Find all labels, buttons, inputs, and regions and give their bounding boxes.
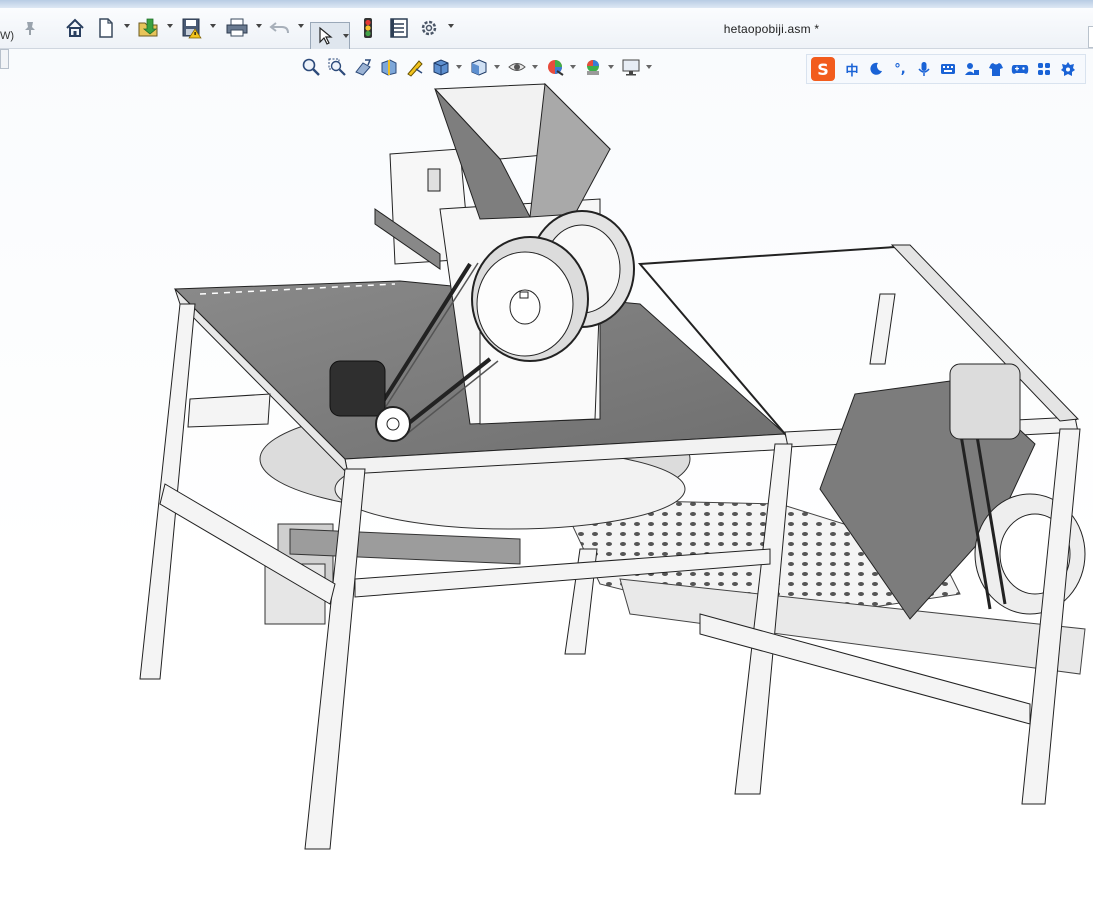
gamepad-icon[interactable] bbox=[1009, 58, 1031, 80]
zoom-to-area-icon[interactable] bbox=[326, 56, 348, 78]
microphone-icon[interactable] bbox=[913, 58, 935, 80]
edit-appearance-icon[interactable] bbox=[544, 56, 566, 78]
graphics-area[interactable] bbox=[0, 49, 1093, 903]
section-view-icon[interactable] bbox=[378, 56, 400, 78]
heads-up-toolbar bbox=[300, 54, 658, 80]
edit-appearance-caret[interactable] bbox=[570, 65, 576, 69]
zoom-to-fit-icon[interactable] bbox=[300, 56, 322, 78]
view-orientation-caret[interactable] bbox=[456, 65, 462, 69]
search-box-edge[interactable] bbox=[1088, 26, 1093, 48]
hide-show-caret[interactable] bbox=[532, 65, 538, 69]
hide-show-items-icon[interactable] bbox=[506, 56, 528, 78]
window-title: hetaopobiji.asm * bbox=[723, 22, 820, 36]
ime-toolbar: S 中 °, bbox=[806, 54, 1086, 84]
dynamic-annotation-icon[interactable] bbox=[404, 56, 426, 78]
apps-grid-icon[interactable] bbox=[1033, 58, 1055, 80]
shirt-icon[interactable] bbox=[985, 58, 1007, 80]
ime-logo[interactable]: S bbox=[811, 57, 835, 81]
previous-view-icon[interactable] bbox=[352, 56, 374, 78]
apply-scene-caret[interactable] bbox=[608, 65, 614, 69]
assembly-model[interactable] bbox=[0, 49, 1093, 903]
moon-icon[interactable] bbox=[865, 58, 887, 80]
ime-mode[interactable]: 中 bbox=[841, 58, 863, 80]
view-settings-caret[interactable] bbox=[646, 65, 652, 69]
title-bar: W) hetaopobiji.asm * bbox=[0, 8, 1093, 50]
view-orientation-icon[interactable] bbox=[430, 56, 452, 78]
user-icon[interactable] bbox=[961, 58, 983, 80]
apply-scene-icon[interactable] bbox=[582, 56, 604, 78]
punctuation-icon[interactable]: °, bbox=[889, 58, 911, 80]
display-style-caret[interactable] bbox=[494, 65, 500, 69]
view-settings-icon[interactable] bbox=[620, 56, 642, 78]
display-style-icon[interactable] bbox=[468, 56, 490, 78]
window-top-strip bbox=[0, 0, 1093, 8]
keyboard-icon[interactable] bbox=[937, 58, 959, 80]
feature-manager-edge[interactable] bbox=[0, 49, 9, 69]
settings-icon[interactable] bbox=[1057, 58, 1079, 80]
